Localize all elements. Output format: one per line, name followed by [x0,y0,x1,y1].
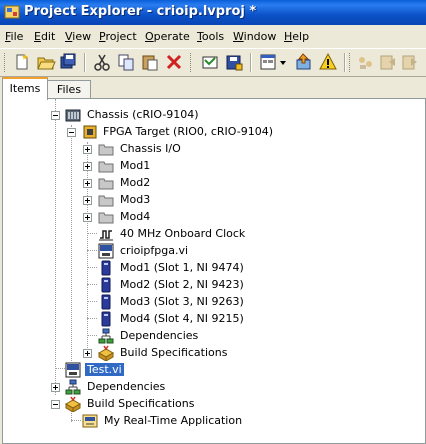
toolbar-separator [84,53,86,72]
tree-connector [87,267,97,268]
dropdown-arrow-icon[interactable] [278,52,288,72]
io-module-icon [98,277,114,293]
clock-label: 40 MHz Onboard Clock [120,227,246,240]
menu-bar: File Edit View Project Operate Tools Win… [0,27,426,46]
source-control-icon [356,52,376,72]
warning-icon[interactable] [318,52,338,72]
tree-connector [71,125,72,361]
save-build-icon[interactable] [224,52,244,72]
new-icon[interactable] [12,52,32,72]
window-view-icon[interactable] [258,52,278,72]
io-module-icon [98,260,114,276]
tab-strip: Items Files [0,77,426,100]
toolbar-grip[interactable] [4,53,8,72]
tree-connector [55,99,56,395]
expand-icon[interactable] [83,162,92,171]
mod1-folder-label: Mod1 [120,159,151,172]
dependencies-icon [98,328,114,344]
expand-icon[interactable] [83,196,92,205]
save-all-icon[interactable] [58,52,78,72]
vi-icon [98,243,114,259]
expand-icon[interactable] [83,213,92,222]
fpga-target-label: FPGA Target (RIO0, cRIO-9104) [103,125,274,138]
folder-icon [98,175,114,191]
toolbar-grip[interactable] [190,53,194,72]
project-icon [4,4,20,20]
window-title: Project Explorer - crioip.lvproj * [24,4,257,19]
tree-connector [87,142,88,352]
tree-connector [87,250,97,251]
tab-files[interactable]: Files [47,80,91,99]
fpga-build-specs-label: Build Specifications [120,346,228,359]
delete-icon[interactable] [164,52,184,72]
tree-connector [87,233,97,234]
collapse-icon[interactable] [67,128,76,137]
tree-connector [87,318,97,319]
rt-build-specs-label: Build Specifications [87,397,195,410]
io-module-icon [98,294,114,310]
cut-icon[interactable] [92,52,112,72]
chassis-label: Chassis (cRIO-9104) [87,108,199,121]
tree-connector [55,368,65,369]
tree-connector [87,335,97,336]
build-specs-icon [97,345,115,362]
fpga-vi-label: crioipfpga.vi [120,244,189,257]
rt-dependencies-label: Dependencies [87,380,166,393]
mod4-folder-label: Mod4 [120,210,151,223]
project-tree[interactable]: Chassis (cRIO-9104) FPGA Target (RIO0, c… [2,98,426,444]
chassis-icon [65,107,81,123]
toolbar-grip[interactable] [349,53,353,72]
deploy-icon[interactable] [294,52,314,72]
mod3-module-label: Mod3 (Slot 3, NI 9263) [120,295,244,308]
paste-icon[interactable] [140,52,160,72]
folder-icon [98,192,114,208]
menu-window[interactable]: Window [233,30,276,43]
mod4-module-label: Mod4 (Slot 4, NI 9215) [120,312,244,325]
expand-icon[interactable] [83,179,92,188]
tree-connector [71,420,81,421]
menu-operate[interactable]: Operate [145,30,190,43]
clock-icon [98,226,114,242]
rt-application-icon [82,413,98,429]
rt-application-label: My Real-Time Application [104,414,243,427]
menu-view[interactable]: View [65,30,91,43]
tree-connector [87,301,97,302]
folder-icon [98,158,114,174]
build-icon[interactable] [200,52,220,72]
expand-icon[interactable] [51,383,60,392]
tab-items[interactable]: Items [2,77,48,100]
toolbar-separator [344,53,346,72]
mod2-module-label: Mod2 (Slot 2, NI 9423) [120,278,244,291]
mod1-module-label: Mod1 (Slot 1, NI 9474) [120,261,244,274]
menu-help[interactable]: Help [284,30,309,43]
collapse-icon[interactable] [51,400,60,409]
test-vi-label: Test.vi [85,363,124,376]
expand-icon[interactable] [83,145,92,154]
dependencies-icon [65,379,81,395]
expand-icon[interactable] [83,349,92,358]
copy-icon[interactable] [116,52,136,72]
folder-icon [98,141,114,157]
mod2-folder-label: Mod2 [120,176,151,189]
checkin-icon [400,52,420,72]
open-icon[interactable] [36,52,56,72]
fpga-dependencies-label: Dependencies [120,329,199,342]
title-bar: Project Explorer - crioip.lvproj * [0,0,426,25]
toolbar-separator [250,53,252,72]
menu-tools[interactable]: Tools [197,30,224,43]
checkout-icon [378,52,398,72]
vi-icon [65,362,81,378]
menu-project[interactable]: Project [99,30,137,43]
io-module-icon [98,311,114,327]
menu-edit[interactable]: Edit [34,30,55,43]
folder-icon [98,209,114,225]
mod3-folder-label: Mod3 [120,193,151,206]
tree-connector [87,284,97,285]
toolbar [0,48,426,77]
fpga-chip-icon [82,124,98,140]
menu-file[interactable]: File [5,30,23,43]
chassis-io-label: Chassis I/O [120,142,181,155]
collapse-icon[interactable] [51,111,60,120]
build-specs-icon [64,396,82,413]
